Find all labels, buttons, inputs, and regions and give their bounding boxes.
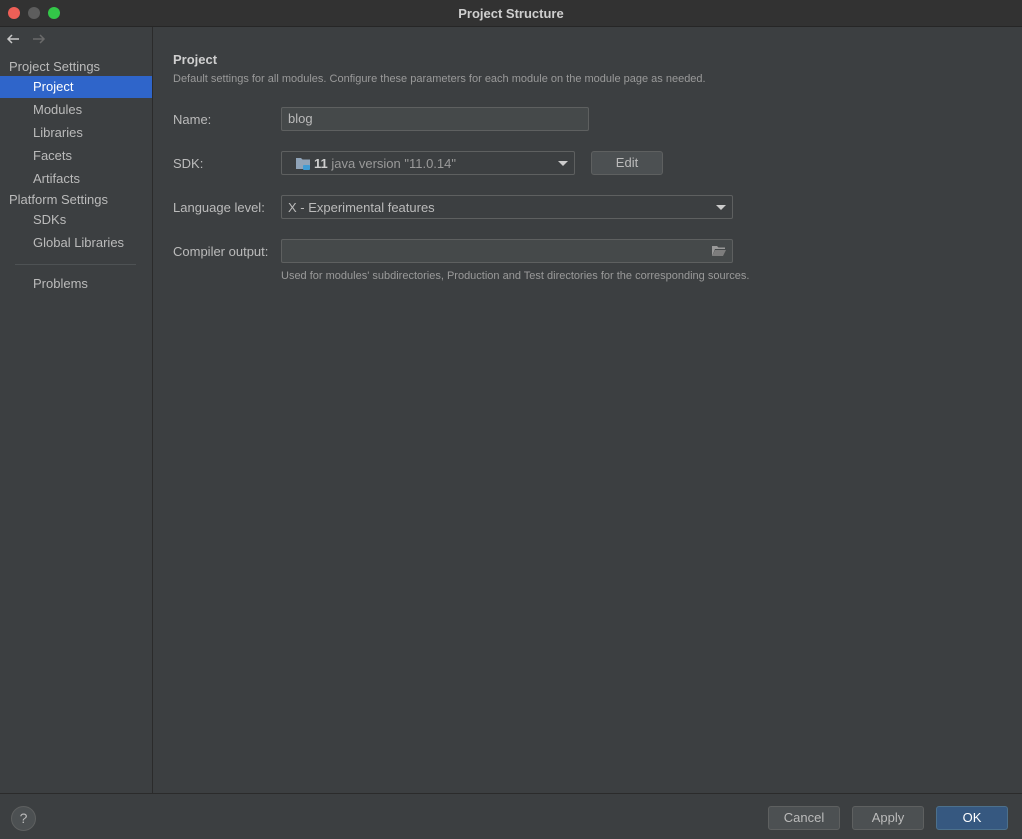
sidebar-item-facets[interactable]: Facets [0, 145, 152, 167]
sidebar-item-libraries[interactable]: Libraries [0, 122, 152, 144]
name-label: Name: [173, 112, 212, 127]
sidebar-item-artifacts[interactable]: Artifacts [0, 168, 152, 190]
chevron-down-icon [558, 161, 568, 166]
sdk-folder-icon [296, 158, 310, 170]
forward-arrow-icon[interactable] [32, 32, 46, 46]
language-level-value: X - Experimental features [288, 200, 435, 215]
language-level-label: Language level: [173, 200, 265, 215]
sidebar-item-problems[interactable]: Problems [0, 273, 152, 295]
sdk-value: 11 java version "11.0.14" [314, 156, 456, 171]
sdk-number: 11 [314, 156, 328, 171]
sidebar: Project Settings Project Modules Librari… [0, 27, 153, 793]
sidebar-divider [15, 264, 136, 265]
compiler-output-field[interactable] [281, 239, 733, 263]
sidebar-item-global-libraries[interactable]: Global Libraries [0, 232, 152, 254]
browse-folder-icon[interactable] [711, 244, 727, 258]
cancel-button[interactable]: Cancel [768, 806, 840, 830]
name-field[interactable]: blog [281, 107, 589, 131]
back-arrow-icon[interactable] [6, 32, 20, 46]
compiler-output-label: Compiler output: [173, 244, 269, 259]
project-settings-panel: Project Default settings for all modules… [153, 27, 1022, 793]
title-bar: Project Structure [0, 0, 1022, 27]
sdk-dropdown[interactable]: 11 java version "11.0.14" [281, 151, 575, 175]
dialog-footer: ? Cancel Apply OK [0, 793, 1022, 839]
page-description: Default settings for all modules. Config… [173, 73, 706, 85]
chevron-down-icon [716, 205, 726, 210]
sidebar-item-project[interactable]: Project [0, 76, 152, 98]
sidebar-item-sdks[interactable]: SDKs [0, 209, 152, 231]
sdk-label: SDK: [173, 156, 204, 171]
compiler-output-hint: Used for modules' subdirectories, Produc… [281, 270, 750, 282]
sdk-version: java version "11.0.14" [331, 156, 456, 171]
ok-button[interactable]: OK [936, 806, 1008, 830]
page-title: Project [173, 52, 218, 67]
apply-button[interactable]: Apply [852, 806, 924, 830]
sidebar-item-modules[interactable]: Modules [0, 99, 152, 121]
edit-sdk-button[interactable]: Edit [591, 151, 663, 175]
platform-settings-header: Platform Settings [9, 192, 108, 207]
project-settings-header: Project Settings [9, 59, 101, 74]
window-title: Project Structure [458, 6, 564, 21]
nav-arrows [6, 32, 54, 48]
help-button[interactable]: ? [11, 806, 36, 831]
language-level-dropdown[interactable]: X - Experimental features [281, 195, 733, 219]
